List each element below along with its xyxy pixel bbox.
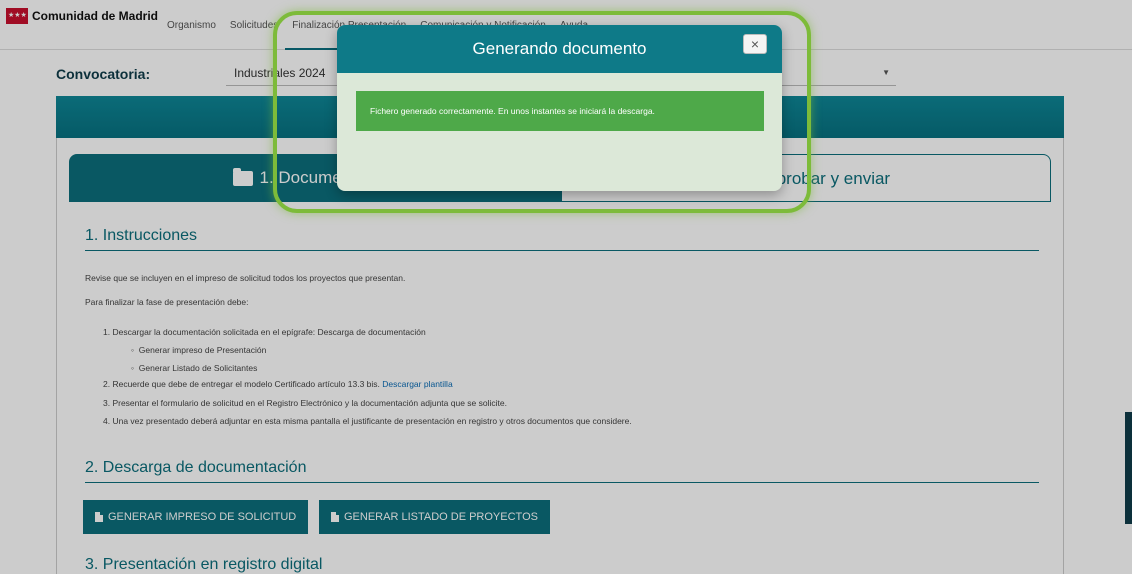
success-alert: Fichero generado correctamente. En unos … [356,91,764,131]
close-icon[interactable]: × [743,34,767,54]
modal-header: Generando documento × [337,25,782,73]
modal-title: Generando documento [472,39,647,58]
generando-documento-modal: Generando documento × Fichero generado c… [337,25,782,191]
